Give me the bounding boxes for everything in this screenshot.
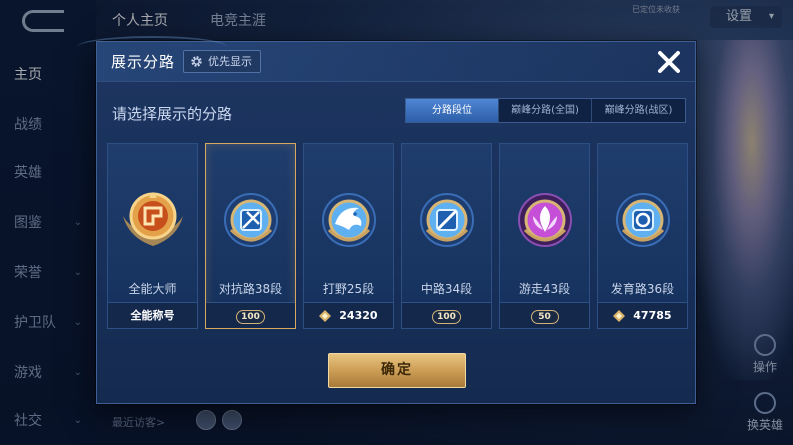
card-footer: 24320 bbox=[304, 302, 393, 328]
route-card-farm-lane[interactable]: 发育路36段 47785 bbox=[597, 143, 688, 329]
confirm-button[interactable]: 确定 bbox=[328, 353, 466, 388]
tab-peak-region[interactable]: 巅峰分路(战区) bbox=[592, 99, 685, 122]
card-footer: 47785 bbox=[598, 302, 687, 328]
card-label: 中路34段 bbox=[420, 282, 473, 296]
card-label: 打野25段 bbox=[322, 282, 375, 296]
farm-lane-badge bbox=[615, 193, 670, 247]
star-count: 50 bbox=[538, 312, 551, 322]
card-label: 对抗路38段 bbox=[218, 282, 283, 296]
route-card-mid-lane[interactable]: 中路34段 100 bbox=[401, 143, 492, 329]
dialog-subtitle: 请选择展示的分路 bbox=[112, 105, 233, 123]
route-card-clash-lane[interactable]: 对抗路38段 100 bbox=[205, 143, 296, 329]
dialog-title: 展示分路 bbox=[111, 53, 176, 71]
clash-lane-badge bbox=[223, 193, 278, 247]
priority-display-label: 优先显示 bbox=[208, 55, 252, 68]
route-card-roam[interactable]: 游走43段 50 bbox=[499, 143, 590, 329]
route-card-all-round[interactable]: 全能大师 全能称号 bbox=[107, 143, 198, 329]
star-count-badge: 50 bbox=[530, 310, 559, 324]
dialog-header: 展示分路 优先显示 bbox=[77, 36, 695, 82]
mid-lane-badge bbox=[419, 193, 474, 247]
card-label: 全能大师 bbox=[128, 282, 177, 296]
star-count-badge: 100 bbox=[236, 310, 265, 324]
star-count: 100 bbox=[437, 312, 456, 322]
all-round-master-badge bbox=[122, 192, 183, 246]
priority-display-button[interactable]: 优先显示 bbox=[183, 50, 261, 73]
points-icon bbox=[613, 310, 626, 322]
jungle-badge bbox=[321, 193, 376, 247]
route-card-jungle[interactable]: 打野25段 24320 bbox=[303, 143, 394, 329]
gear-icon bbox=[191, 56, 202, 67]
points-value: 47785 bbox=[633, 309, 672, 322]
card-footer: 100 bbox=[402, 302, 491, 328]
points-icon bbox=[319, 310, 332, 322]
points-value: 24320 bbox=[339, 309, 378, 322]
card-footer: 50 bbox=[500, 302, 589, 328]
close-icon[interactable] bbox=[653, 46, 685, 78]
star-count: 100 bbox=[241, 312, 260, 322]
title-text: 全能称号 bbox=[130, 309, 175, 322]
card-label: 发育路36段 bbox=[610, 282, 675, 296]
tab-peak-national[interactable]: 巅峰分路(全国) bbox=[499, 99, 592, 122]
card-label: 游走43段 bbox=[518, 282, 571, 296]
roam-badge bbox=[517, 193, 572, 247]
route-type-tabs: 分路段位 巅峰分路(全国) 巅峰分路(战区) bbox=[405, 98, 686, 123]
star-count-badge: 100 bbox=[432, 310, 461, 324]
card-footer: 全能称号 bbox=[108, 302, 197, 328]
tab-rank-route[interactable]: 分路段位 bbox=[406, 99, 499, 122]
route-display-dialog: 展示分路 优先显示 请选择展示的分路 分路段位 巅峰分路(全国) 巅峰分路(战区… bbox=[77, 36, 696, 404]
card-footer: 100 bbox=[206, 302, 295, 328]
